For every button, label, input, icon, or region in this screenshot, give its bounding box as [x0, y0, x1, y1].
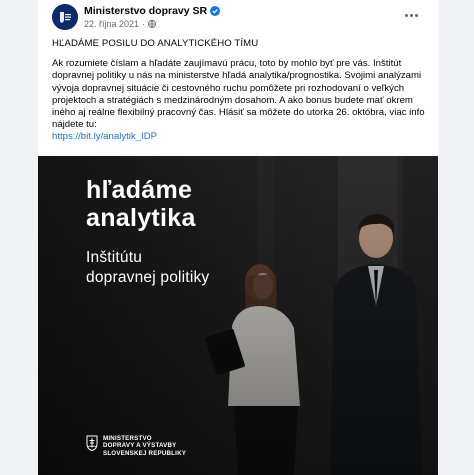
post-title: HĽADÁME POSILU DO ANALYTICKÉHO TÍMU: [52, 38, 259, 49]
post-body: Ak rozumiete číslam a hľadáte zaujímavú …: [52, 58, 428, 143]
post-image[interactable]: hľadáme analytika Inštitútu dopravnej po…: [38, 156, 438, 475]
more-dot: [404, 13, 408, 17]
logo-line2: DOPRAVY A VÝSTAVBY: [103, 442, 177, 450]
more-options-icon[interactable]: [400, 6, 422, 24]
verified-badge-icon: [210, 6, 221, 16]
image-headline: hľadáme analytika: [86, 176, 196, 232]
globe-icon: [148, 20, 156, 28]
slovak-coat-of-arms-icon: [86, 435, 98, 451]
meta-separator: ·: [142, 19, 146, 29]
ministry-logo-avatar: [52, 4, 78, 30]
page-avatar[interactable]: [52, 4, 78, 30]
facebook-post: Ministerstvo dopravy SR 22. října 2021 ·: [38, 0, 438, 475]
more-dot: [409, 13, 413, 17]
post-date[interactable]: 22. října 2021: [84, 19, 139, 29]
page: Ministerstvo dopravy SR 22. října 2021 ·: [0, 0, 474, 475]
post-link[interactable]: https://bit.ly/analytik_IDP: [52, 131, 157, 142]
logo-line1: MINISTERSTVO: [103, 435, 152, 442]
post-header: Ministerstvo dopravy SR 22. října 2021 ·: [52, 4, 424, 34]
ministry-logo: MINISTERSTVO DOPRAVY A VÝSTAVBY SLOVENSK…: [86, 435, 186, 457]
page-name-text[interactable]: Ministerstvo dopravy SR: [84, 5, 207, 17]
page-name[interactable]: Ministerstvo dopravy SR: [84, 5, 221, 17]
sub-line1: Inštitútu: [86, 249, 143, 266]
post-text: HĽADÁME POSILU DO ANALYTICKÉHO TÍMU Ak r…: [52, 38, 428, 144]
headline-line1: hľadáme: [86, 176, 193, 204]
sub-line2: dopravnej politiky: [86, 269, 210, 286]
logo-line3: SLOVENSKEJ REPUBLIKY: [103, 449, 187, 457]
image-subheadline: Inštitútu dopravnej politiky: [86, 248, 209, 288]
post-meta: 22. října 2021 ·: [84, 19, 156, 29]
ministry-logo-text: MINISTERSTVO DOPRAVY A VÝSTAVBY SLOVENSK…: [103, 435, 186, 457]
more-dot: [414, 13, 418, 17]
headline-line2: analytika: [86, 204, 196, 232]
post-body-text: Ak rozumiete číslam a hľadáte zaujímavú …: [52, 58, 425, 131]
